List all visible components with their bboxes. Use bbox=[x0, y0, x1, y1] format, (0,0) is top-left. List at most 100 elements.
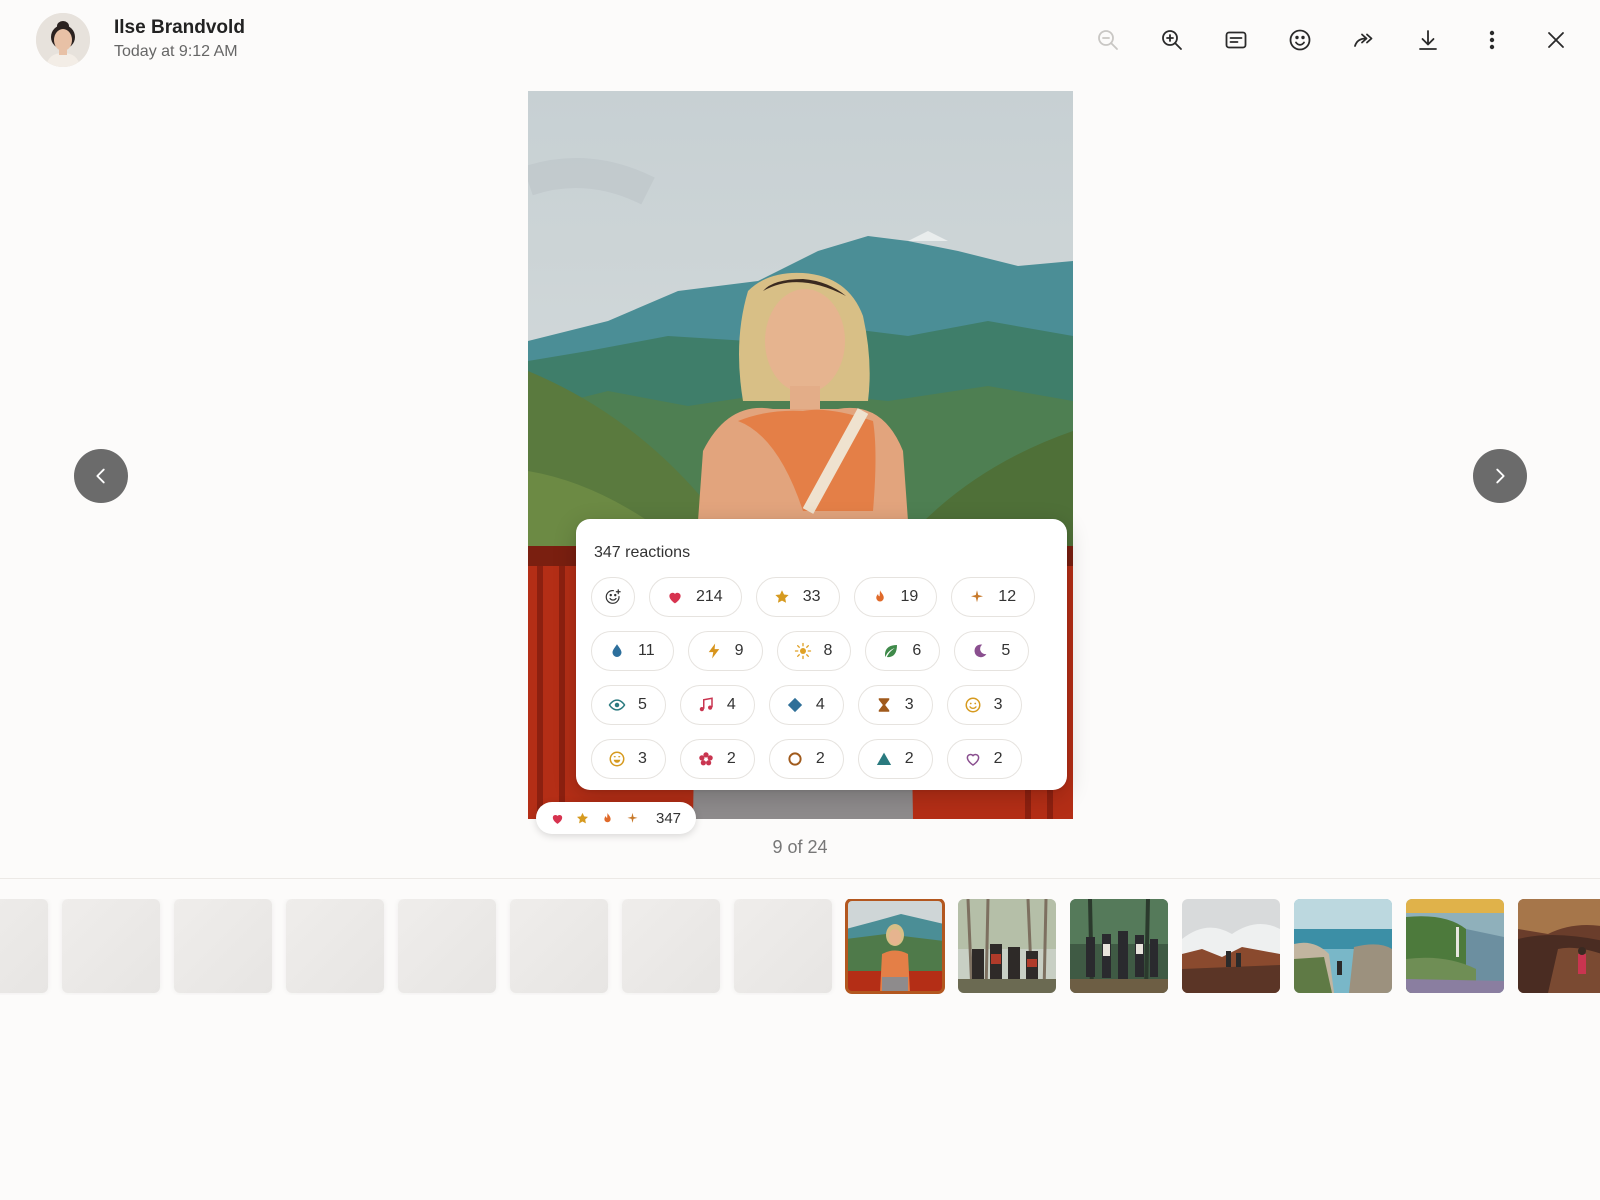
close-button[interactable] bbox=[1536, 20, 1576, 60]
thumbnail-group-trail[interactable] bbox=[1070, 899, 1168, 993]
bolt-icon bbox=[708, 643, 719, 659]
photo-counter: 9 of 24 bbox=[772, 837, 828, 857]
thumbnail-placeholder[interactable] bbox=[62, 899, 160, 993]
reaction-count: 33 bbox=[802, 588, 821, 605]
reaction-count: 12 bbox=[998, 588, 1017, 605]
reaction-count: 2 bbox=[815, 750, 825, 767]
eye-icon bbox=[608, 699, 626, 711]
reaction-chip-sun[interactable]: 8 bbox=[776, 631, 852, 671]
reaction-summary-pill[interactable]: 347 bbox=[536, 802, 696, 834]
reaction-count: 4 bbox=[815, 696, 825, 713]
reaction-chip-leaf[interactable]: 6 bbox=[865, 631, 941, 671]
zoom-out-button[interactable] bbox=[1088, 20, 1128, 60]
reaction-chip-ring[interactable]: 2 bbox=[768, 739, 844, 779]
thumbnail-placeholder[interactable] bbox=[0, 899, 48, 993]
reaction-chip-hourglass[interactable]: 3 bbox=[857, 685, 933, 725]
reaction-chip-triangle[interactable]: 2 bbox=[857, 739, 933, 779]
reaction-count: 8 bbox=[823, 642, 833, 659]
thumbnail-image bbox=[846, 899, 944, 993]
reaction-row: 3 2 2 2 2 bbox=[591, 739, 1035, 779]
reaction-chip-bolt[interactable]: 9 bbox=[687, 631, 763, 671]
add-emoji-icon bbox=[605, 589, 621, 604]
grin-icon bbox=[609, 751, 625, 767]
zoom-in-icon bbox=[1162, 30, 1182, 50]
thumbnail-placeholder[interactable] bbox=[734, 899, 832, 993]
reaction-chip-heart[interactable]: 214 bbox=[649, 577, 742, 617]
forward-button[interactable] bbox=[1344, 20, 1384, 60]
note-icon bbox=[699, 697, 713, 712]
sparkle-icon bbox=[627, 812, 638, 823]
author-name[interactable]: Ilse Brandvold bbox=[114, 17, 245, 39]
divider bbox=[0, 878, 1600, 879]
reaction-chip-grin[interactable]: 3 bbox=[591, 739, 666, 779]
reactions-title: 347 reactions bbox=[594, 544, 691, 561]
add-reaction-button[interactable] bbox=[591, 577, 635, 617]
triangle-icon bbox=[876, 752, 891, 765]
thumbnail-placeholder[interactable] bbox=[622, 899, 720, 993]
chevron-left-icon bbox=[96, 468, 105, 484]
thumbnail-woman-mountains[interactable] bbox=[845, 899, 945, 994]
download-button[interactable] bbox=[1408, 20, 1448, 60]
reaction-chip-grid: 214 33 19 12 11 9 8 6 5 54433 32222 bbox=[591, 577, 1036, 793]
reaction-count: 6 bbox=[912, 642, 922, 659]
thumbnail-image bbox=[1518, 899, 1600, 993]
thumbnail-group-forest[interactable] bbox=[958, 899, 1056, 993]
caption-icon bbox=[1225, 31, 1247, 49]
reaction-count: 3 bbox=[638, 750, 647, 767]
reaction-chip-flame[interactable]: 19 bbox=[853, 577, 938, 617]
heart-outline-icon bbox=[966, 753, 980, 766]
reaction-count: 9 bbox=[734, 642, 744, 659]
reaction-chip-star[interactable]: 33 bbox=[755, 577, 840, 617]
previous-button[interactable] bbox=[74, 449, 128, 503]
flower-icon bbox=[699, 752, 713, 766]
sparkle-icon bbox=[971, 590, 984, 603]
caption-button[interactable] bbox=[1216, 20, 1256, 60]
reaction-chip-eye[interactable]: 5 bbox=[591, 685, 666, 725]
flame-icon bbox=[875, 590, 884, 602]
viewer-header: Ilse Brandvold Today at 9:12 AM bbox=[0, 0, 1600, 80]
thumbnail-image bbox=[1294, 899, 1392, 993]
thumbnail-coast-cliff[interactable] bbox=[1294, 899, 1392, 993]
reaction-count: 3 bbox=[904, 696, 914, 713]
smile-icon bbox=[965, 697, 981, 713]
thumbnail-placeholder[interactable] bbox=[286, 899, 384, 993]
reaction-chip-diamond[interactable]: 4 bbox=[768, 685, 844, 725]
thumbnail-placeholder[interactable] bbox=[174, 899, 272, 993]
reaction-total: 347 bbox=[656, 809, 682, 827]
reaction-chip-moon[interactable]: 5 bbox=[954, 631, 1030, 671]
reactions-popover: 347 reactions 214 33 19 12 11 9 8 6 5 54433 322… bbox=[576, 519, 1067, 790]
heart-icon bbox=[669, 592, 681, 604]
diamond-icon bbox=[787, 697, 802, 713]
star-icon bbox=[775, 590, 789, 603]
thumbnail-hiker-canyon[interactable] bbox=[1518, 899, 1600, 993]
reaction-count: 2 bbox=[993, 750, 1003, 767]
reaction-chip-note[interactable]: 4 bbox=[679, 685, 755, 725]
reaction-chip-drop[interactable]: 11 bbox=[591, 631, 674, 671]
zoom-in-button[interactable] bbox=[1152, 20, 1192, 60]
thumbnail-misty-cliffs[interactable] bbox=[1182, 899, 1280, 993]
download-icon bbox=[1419, 30, 1437, 50]
zoom-out-icon bbox=[1098, 30, 1118, 50]
reaction-chip-heart-outline[interactable]: 2 bbox=[946, 739, 1022, 779]
thumbnail-placeholder[interactable] bbox=[398, 899, 496, 993]
flame-icon bbox=[604, 812, 611, 822]
close-icon bbox=[1548, 32, 1564, 48]
reaction-chip-sparkle[interactable]: 12 bbox=[951, 577, 1036, 617]
avatar[interactable] bbox=[36, 13, 90, 67]
next-button[interactable] bbox=[1473, 449, 1527, 503]
thumbnail-image bbox=[1406, 899, 1504, 993]
thumbnail-image bbox=[958, 899, 1056, 993]
reaction-count: 2 bbox=[726, 750, 736, 767]
reaction-chip-smile[interactable]: 3 bbox=[946, 685, 1022, 725]
heart-icon bbox=[552, 814, 563, 824]
hourglass-icon bbox=[878, 698, 889, 712]
thumbnail-placeholder[interactable] bbox=[510, 899, 608, 993]
react-button[interactable] bbox=[1280, 20, 1320, 60]
thumbnail-green-coast[interactable] bbox=[1406, 899, 1504, 993]
toolbar bbox=[1088, 20, 1576, 60]
reaction-chip-flower[interactable]: 2 bbox=[679, 739, 755, 779]
more-button[interactable] bbox=[1472, 20, 1512, 60]
reaction-row: 5 4 4 3 3 bbox=[591, 685, 1035, 725]
leaf-icon bbox=[885, 645, 898, 658]
star-icon bbox=[577, 812, 588, 823]
